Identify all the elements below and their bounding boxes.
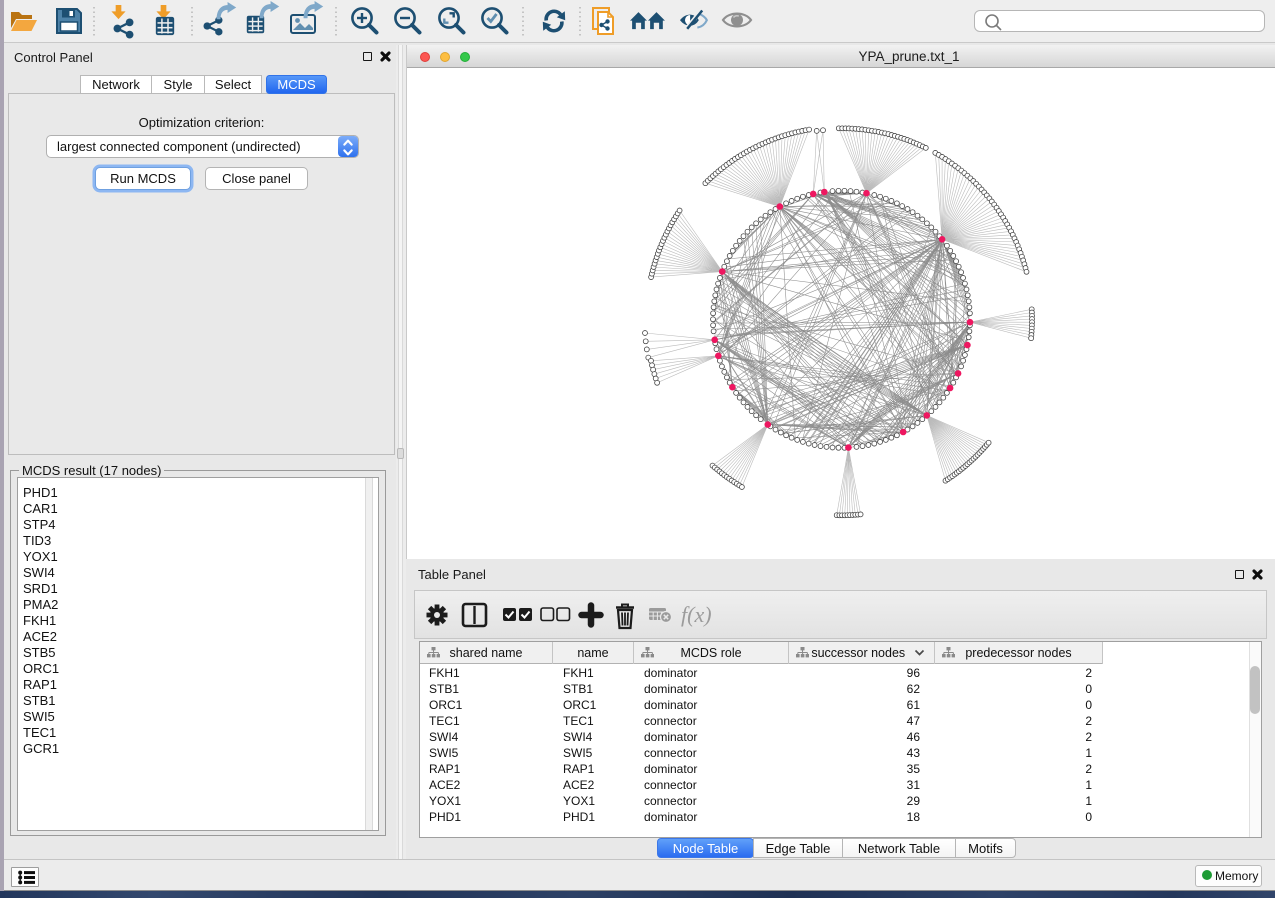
svg-text:f(x): f(x) bbox=[681, 602, 712, 627]
